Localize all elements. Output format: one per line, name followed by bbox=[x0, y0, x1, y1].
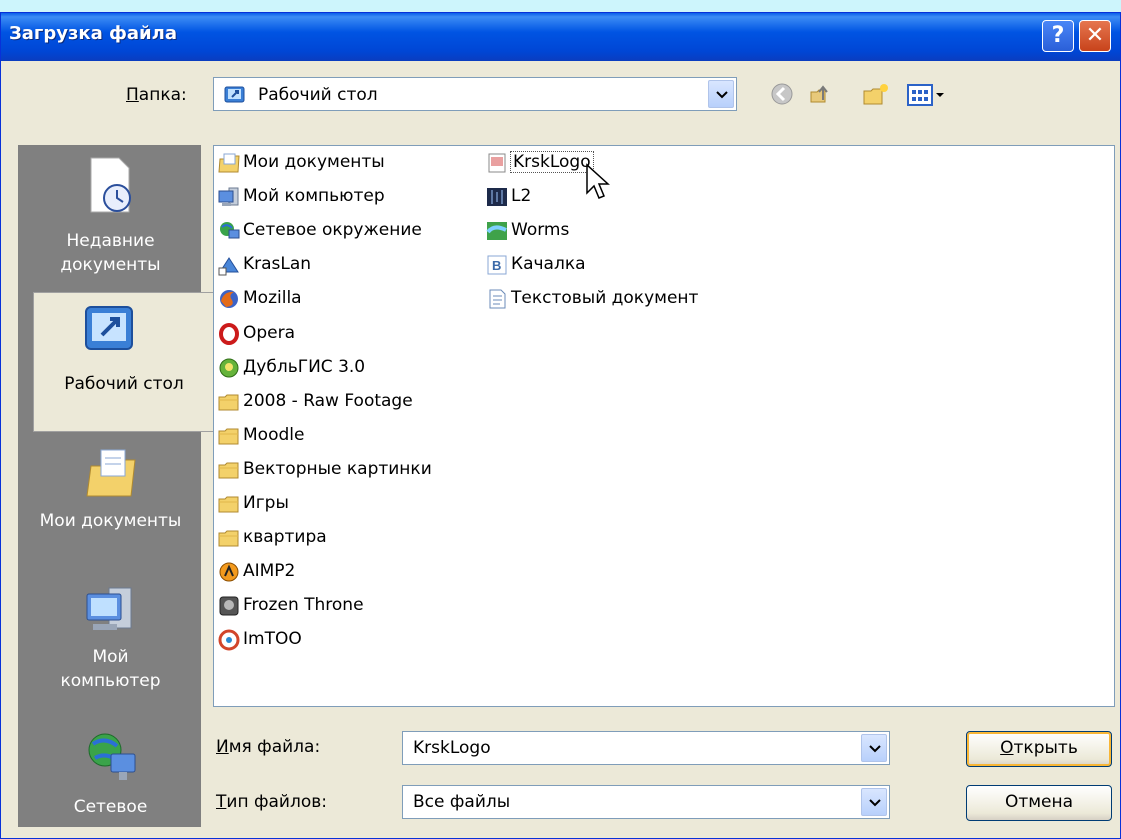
help-button[interactable]: ? bbox=[1042, 20, 1074, 52]
file-name: KrskLogo bbox=[510, 151, 594, 173]
filetype-select[interactable]: Все файлы bbox=[402, 785, 890, 819]
file-name: Мои документы bbox=[243, 152, 385, 172]
mouse-pointer-icon bbox=[586, 163, 610, 199]
chevron-down-icon[interactable] bbox=[861, 788, 887, 816]
game-icon bbox=[218, 595, 240, 617]
aimp-icon bbox=[218, 561, 240, 583]
chevron-down-icon[interactable] bbox=[861, 734, 887, 762]
file-name: Worms bbox=[511, 220, 570, 241]
place-recent-documents[interactable]: Недавние документы bbox=[19, 146, 202, 286]
svg-text:B: B bbox=[492, 258, 501, 273]
place-label: Мой bbox=[92, 647, 129, 667]
open-button[interactable]: Открыть bbox=[966, 731, 1112, 767]
image-file-icon bbox=[486, 152, 508, 174]
place-my-documents[interactable]: Мои документы bbox=[19, 438, 202, 578]
worms-icon bbox=[486, 220, 508, 242]
place-label: документы bbox=[60, 255, 161, 275]
file-list[interactable]: Мои документы Мой компьютер Сетевое окруже… bbox=[213, 145, 1115, 707]
opera-icon bbox=[218, 322, 240, 345]
file-name: Moodle bbox=[243, 424, 305, 445]
file-name: Сетевое окружение bbox=[243, 220, 422, 241]
file-name: ImTOO bbox=[243, 629, 302, 650]
title-bar[interactable]: Загрузка файла ? ✕ bbox=[1, 13, 1120, 61]
folder-icon bbox=[218, 493, 240, 515]
filename-field[interactable]: KrskLogo bbox=[402, 731, 890, 765]
file-name: квартира bbox=[243, 527, 327, 548]
folder-icon bbox=[218, 527, 240, 549]
file-name: Mozilla bbox=[243, 288, 302, 309]
recent-documents-icon bbox=[83, 154, 139, 223]
l2-icon bbox=[486, 186, 508, 208]
my-documents-icon bbox=[83, 446, 139, 507]
place-my-computer[interactable]: Мой компьютер bbox=[19, 576, 202, 716]
place-label: компьютер bbox=[60, 671, 161, 691]
up-folder-icon[interactable] bbox=[807, 82, 833, 113]
cancel-button[interactable]: Отмена bbox=[966, 785, 1112, 821]
folder-icon bbox=[218, 425, 240, 447]
folder-icon bbox=[218, 391, 240, 413]
file-name: 2008 - Raw Footage bbox=[243, 390, 413, 411]
close-button[interactable]: ✕ bbox=[1079, 20, 1111, 52]
file-name: Игры bbox=[243, 493, 289, 513]
chevron-down-icon[interactable] bbox=[708, 80, 734, 108]
desktop-icon bbox=[224, 84, 246, 111]
dublgis-icon bbox=[218, 357, 240, 379]
text-document-icon bbox=[486, 288, 508, 310]
page-background-strip bbox=[0, 0, 1121, 12]
place-desktop[interactable]: Рабочий стол bbox=[33, 292, 215, 432]
file-name: Векторные картинки bbox=[243, 458, 432, 479]
folder-combobox[interactable]: Рабочий стол bbox=[213, 77, 737, 111]
firefox-icon bbox=[218, 288, 240, 310]
file-name: ДубльГИС 3.0 bbox=[243, 356, 366, 377]
filename-value: KrskLogo bbox=[413, 738, 491, 758]
vkontakte-icon: B bbox=[486, 254, 508, 276]
imtoo-icon bbox=[218, 629, 240, 651]
view-menu-icon[interactable] bbox=[906, 82, 948, 113]
desktop-icon bbox=[82, 301, 138, 362]
place-label: Рабочий стол bbox=[64, 374, 184, 394]
my-computer-icon bbox=[83, 584, 139, 645]
filetype-label: Тип файлов: bbox=[216, 792, 327, 812]
network-icon bbox=[83, 730, 139, 791]
folder-label: Папка: bbox=[126, 85, 187, 105]
computer-icon bbox=[218, 186, 240, 208]
file-name: KrasLan bbox=[243, 254, 312, 275]
file-name: Качалка bbox=[511, 254, 586, 275]
file-name: Мой компьютер bbox=[243, 186, 385, 207]
place-label: Сетевое bbox=[73, 797, 148, 817]
file-name: Текстовый документ bbox=[511, 288, 699, 309]
my-documents-icon bbox=[218, 152, 240, 174]
file-name: Opera bbox=[243, 322, 296, 343]
place-network[interactable]: Сетевое bbox=[19, 722, 202, 839]
places-bar: Недавние документы Рабочий стол Мои доку… bbox=[18, 145, 215, 827]
file-name: L2 bbox=[511, 186, 532, 207]
place-label: Недавние bbox=[66, 231, 155, 251]
network-shortcut-icon bbox=[218, 254, 240, 276]
network-icon bbox=[218, 220, 240, 242]
file-name: Frozen Throne bbox=[243, 595, 364, 616]
filename-label: Имя файла: bbox=[216, 737, 321, 757]
back-icon[interactable] bbox=[770, 82, 794, 111]
folder-icon bbox=[218, 459, 240, 481]
file-name: AIMP2 bbox=[243, 561, 296, 582]
place-label: Мои документы bbox=[39, 511, 182, 531]
window-title: Загрузка файла bbox=[9, 23, 177, 44]
folder-current-value: Рабочий стол bbox=[258, 85, 378, 105]
filetype-value: Все файлы bbox=[413, 792, 511, 812]
new-folder-icon[interactable] bbox=[862, 82, 890, 113]
